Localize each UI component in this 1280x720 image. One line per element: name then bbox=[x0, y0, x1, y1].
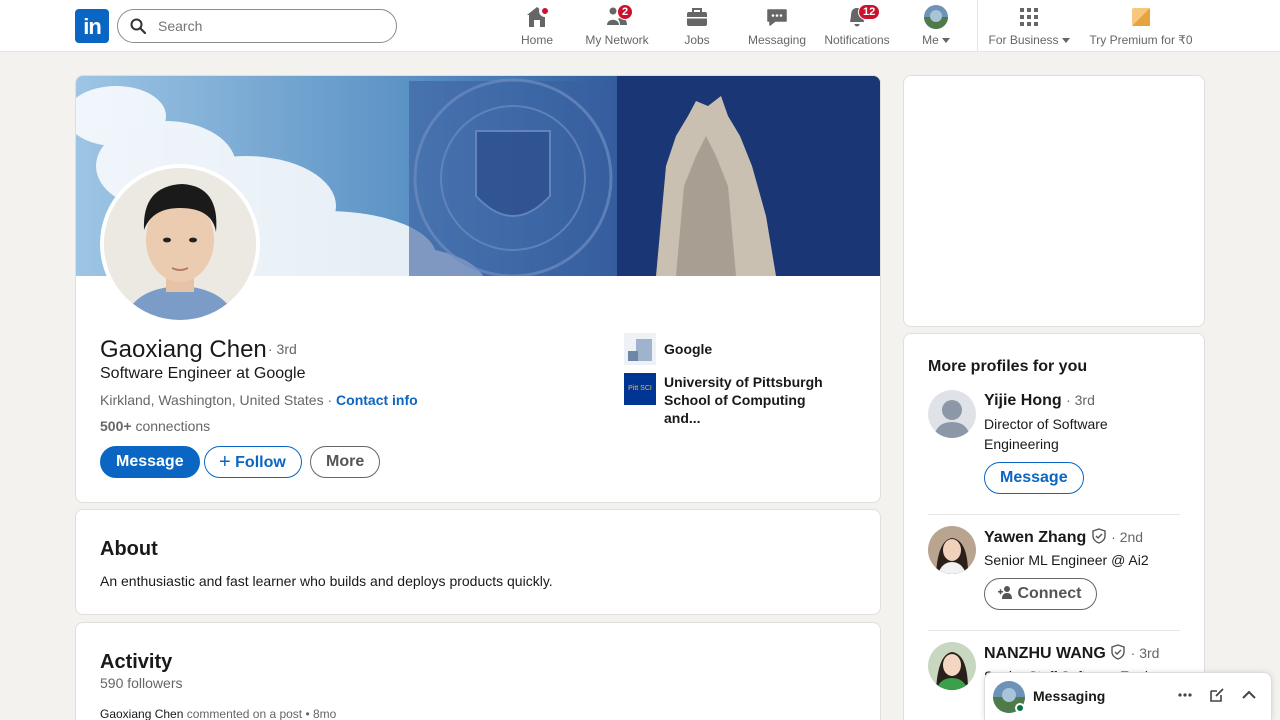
nav-divider bbox=[977, 0, 978, 52]
profile-suggestion[interactable]: Yawen Zhang · 2nd Senior ML Engineer @ A… bbox=[928, 526, 1180, 610]
network-badge: 2 bbox=[617, 4, 634, 20]
nav-label: For Business bbox=[986, 33, 1072, 47]
activity-title: Activity bbox=[100, 651, 173, 673]
notifications-badge: 12 bbox=[858, 4, 881, 20]
suggestion-name: Yawen Zhang · 2nd bbox=[984, 528, 1144, 546]
company-name: Google bbox=[664, 341, 713, 357]
activity-card: Activity 590 followers Gaoxiang Chen com… bbox=[75, 622, 881, 720]
nav-home[interactable]: Home bbox=[511, 4, 563, 48]
connect-label: Connect bbox=[1017, 585, 1082, 602]
plus-icon: + bbox=[219, 451, 231, 473]
location-text: Kirkland, Washington, United States · bbox=[100, 392, 333, 408]
nav-label: Jobs bbox=[684, 33, 710, 47]
connections-label: connections bbox=[135, 418, 211, 434]
current-company[interactable]: Google bbox=[624, 333, 864, 365]
post-author[interactable]: Gaoxiang Chen bbox=[100, 707, 183, 720]
profile-name: Gaoxiang Chen bbox=[100, 336, 267, 363]
more-button[interactable]: More bbox=[310, 446, 381, 478]
followers-count: 590 followers bbox=[100, 675, 183, 691]
nav-label: My Network bbox=[585, 33, 649, 47]
nav-label: Messaging bbox=[747, 33, 807, 47]
about-title: About bbox=[100, 538, 158, 560]
compose-icon[interactable] bbox=[1209, 687, 1225, 708]
add-person-icon bbox=[998, 586, 1012, 599]
verified-icon bbox=[1092, 528, 1106, 544]
profile-top-card: Gaoxiang Chen · 3rd Software Engineer at… bbox=[75, 75, 881, 503]
contact-info-link[interactable]: Contact info bbox=[336, 392, 418, 408]
suggestion-headline: Director of Software Engineering bbox=[984, 416, 1108, 452]
search-box[interactable] bbox=[117, 9, 397, 43]
about-card: About An enthusiastic and fast learner w… bbox=[75, 509, 881, 615]
suggestion-name: NANZHU WANG · 3rd bbox=[984, 644, 1160, 662]
profile-photo[interactable] bbox=[100, 164, 260, 324]
follow-label: Follow bbox=[235, 454, 286, 471]
linkedin-logo[interactable]: in bbox=[75, 9, 109, 43]
activity-post-meta: Gaoxiang Chen commented on a post • 8mo bbox=[100, 707, 336, 720]
connections-number: 500+ bbox=[100, 418, 132, 434]
global-nav: in Home 2 My Network Jobs Messaging bbox=[0, 0, 1280, 52]
connections-count[interactable]: 500+ connections bbox=[100, 418, 210, 434]
nav-label: Try Premium for ₹0 bbox=[1089, 33, 1193, 47]
education-school[interactable]: Pitt SCI University of Pittsburgh School… bbox=[624, 373, 864, 426]
nav-label: Me bbox=[914, 33, 958, 47]
premium-icon bbox=[1132, 8, 1150, 26]
profile-suggestion[interactable]: Yijie Hong · 3rd Director of Software En… bbox=[928, 390, 1180, 500]
suggestion-avatar bbox=[928, 390, 976, 438]
briefcase-icon bbox=[687, 8, 707, 26]
follow-button[interactable]: + Follow bbox=[204, 446, 302, 478]
nav-my-network[interactable]: 2 My Network bbox=[580, 4, 654, 48]
more-profiles-title: More profiles for you bbox=[928, 358, 1088, 375]
suggestion-connect-button[interactable]: Connect bbox=[984, 578, 1098, 610]
nav-try-premium[interactable]: Try Premium for ₹0 bbox=[1086, 4, 1196, 48]
nav-notifications[interactable]: 12 Notifications bbox=[820, 4, 894, 48]
ad-placeholder-card bbox=[903, 75, 1205, 327]
caret-down-icon bbox=[1061, 38, 1070, 44]
message-button[interactable]: Message bbox=[100, 446, 200, 478]
nav-label: Notifications bbox=[824, 33, 890, 47]
messaging-label: Messaging bbox=[1033, 688, 1106, 704]
nav-messaging[interactable]: Messaging bbox=[745, 4, 809, 48]
more-options-icon[interactable] bbox=[1177, 687, 1193, 708]
suggestion-degree: · 3rd bbox=[1066, 392, 1095, 408]
grid-icon bbox=[1020, 8, 1038, 26]
search-icon bbox=[130, 18, 147, 39]
divider bbox=[928, 514, 1180, 515]
about-text: An enthusiastic and fast learner who bui… bbox=[100, 573, 553, 589]
suggestion-avatar bbox=[928, 526, 976, 574]
suggestion-headline: Senior ML Engineer @ Ai2 bbox=[984, 552, 1149, 568]
pitt-logo: Pitt SCI bbox=[624, 373, 656, 405]
messaging-icon bbox=[767, 9, 787, 26]
online-status-icon bbox=[1015, 703, 1025, 713]
notification-dot bbox=[539, 5, 551, 17]
avatar bbox=[924, 5, 948, 29]
suggestion-degree: · 3rd bbox=[1130, 645, 1160, 661]
suggestion-message-button[interactable]: Message bbox=[984, 462, 1084, 494]
connection-degree: · 3rd bbox=[268, 341, 297, 357]
school-name: University of Pittsburgh School of Compu… bbox=[664, 374, 823, 426]
search-input[interactable] bbox=[158, 16, 378, 36]
divider bbox=[928, 630, 1180, 631]
more-profiles-card: More profiles for you Yijie Hong · 3rd D… bbox=[903, 333, 1205, 720]
nav-jobs[interactable]: Jobs bbox=[676, 4, 718, 48]
suggestion-avatar bbox=[928, 642, 976, 690]
suggestion-name: Yijie Hong · 3rd bbox=[984, 392, 1095, 409]
suggestion-degree: · 2nd bbox=[1111, 529, 1144, 545]
post-meta: commented on a post • 8mo bbox=[186, 707, 337, 720]
verified-icon bbox=[1111, 644, 1125, 660]
chevron-up-icon[interactable] bbox=[1241, 687, 1257, 708]
nav-for-business[interactable]: For Business bbox=[986, 4, 1072, 48]
profile-location: Kirkland, Washington, United States · Co… bbox=[100, 392, 418, 408]
nav-label: Home bbox=[520, 33, 553, 47]
caret-down-icon bbox=[941, 38, 950, 44]
nav-me[interactable]: Me bbox=[914, 4, 958, 48]
google-company-logo bbox=[624, 333, 656, 365]
messaging-overlay-bar[interactable]: Messaging bbox=[984, 672, 1272, 720]
profile-headline: Software Engineer at Google bbox=[100, 365, 306, 382]
